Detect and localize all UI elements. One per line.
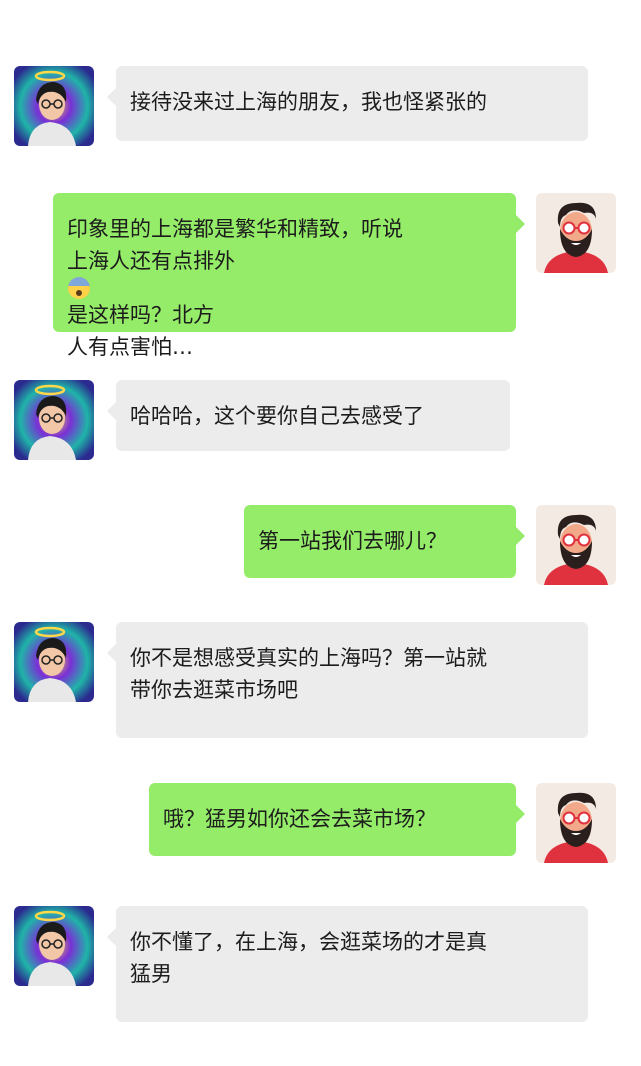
message-text-line: 带你去逛菜市场吧 (130, 678, 298, 702)
message-text-fragment: 上海人还有点排外 (67, 249, 235, 273)
fearful-face-emoji-icon (68, 277, 90, 299)
message-text-line: 第一站我们去哪儿？ (258, 529, 447, 553)
message-bubble[interactable]: 接待没来过上海的朋友，我也怪紧张的 (107, 66, 588, 141)
message-text-line: 印象里的上海都是繁华和精致，听说 (67, 217, 403, 241)
message-text-line: 你不是想感受真实的上海吗？第一站就 (130, 646, 487, 670)
message-bubble[interactable]: 第一站我们去哪儿？ (244, 505, 525, 578)
message-bubble[interactable]: 印象里的上海都是繁华和精致，听说 上海人还有点排外 是这样吗？北方 人有点害怕… (53, 193, 525, 359)
message-text-line: 你不懂了，在上海，会逛菜场的才是真 (130, 930, 487, 954)
message-text-line: 猛男 (130, 962, 172, 986)
message-bubble[interactable]: 哈哈哈，这个要你自己去感受了 (107, 380, 510, 451)
user-avatar[interactable] (536, 505, 616, 585)
message-bubble[interactable]: 哦？猛男如你还会去菜市场？ (149, 783, 525, 856)
message-text-line: 人有点害怕… (67, 335, 193, 359)
user-avatar[interactable] (536, 783, 616, 863)
message-text-fragment: 是这样吗？北方 (67, 303, 214, 327)
message-text-line: 接待没来过上海的朋友，我也怪紧张的 (130, 90, 487, 114)
message-text-line: 哦？猛男如你还会去菜市场？ (163, 807, 436, 831)
contact-avatar[interactable] (14, 380, 94, 460)
message-text-line: 哈哈哈，这个要你自己去感受了 (130, 404, 424, 428)
message-bubble[interactable]: 你不懂了，在上海，会逛菜场的才是真 猛男 (107, 906, 588, 1022)
chat-window[interactable]: 接待没来过上海的朋友，我也怪紧张的 印象里的上海都是繁华和精致，听说 上海人还有… (0, 0, 641, 1066)
contact-avatar[interactable] (14, 906, 94, 986)
message-text-line: 上海人还有点排外 是这样吗？北方 (67, 245, 502, 331)
message-bubble[interactable]: 你不是想感受真实的上海吗？第一站就 带你去逛菜市场吧 (107, 622, 588, 738)
contact-avatar[interactable] (14, 66, 94, 146)
user-avatar[interactable] (536, 193, 616, 273)
contact-avatar[interactable] (14, 622, 94, 702)
